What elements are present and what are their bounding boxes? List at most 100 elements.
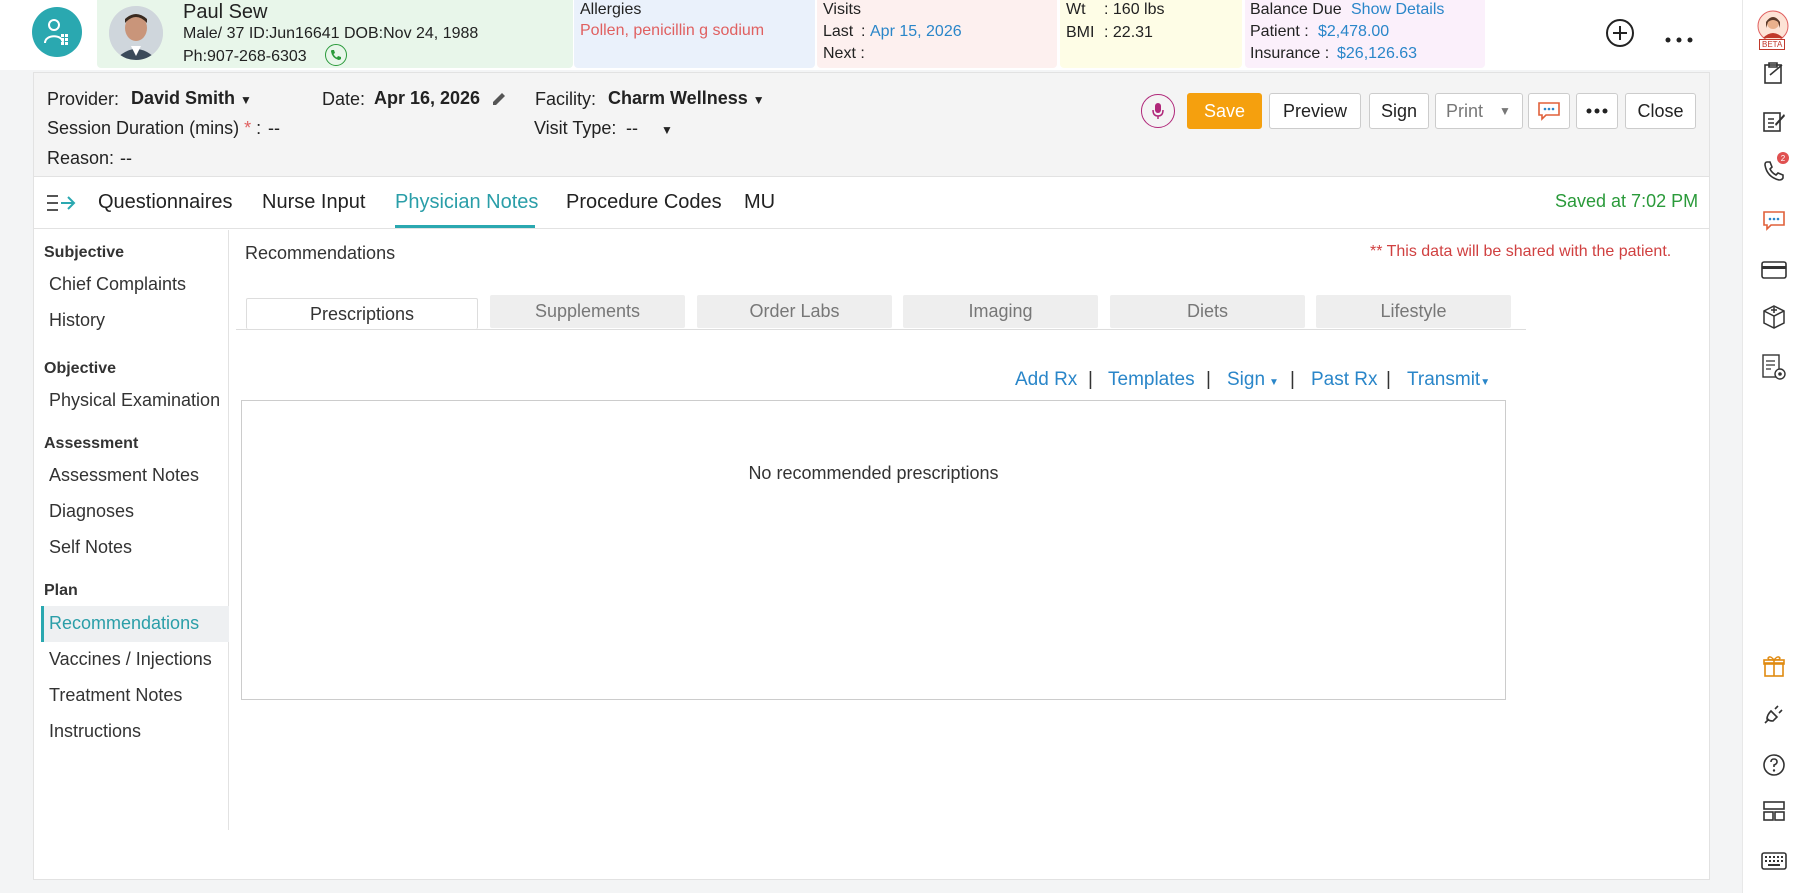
sidebar-item-physical-examination[interactable]: Physical Examination: [49, 390, 220, 411]
reason-value[interactable]: --: [120, 148, 132, 169]
last-visit-label: Last: [823, 23, 854, 40]
next-visit-label: Next :: [823, 45, 865, 62]
close-button[interactable]: Close: [1625, 93, 1696, 129]
tab-mu[interactable]: MU: [744, 191, 775, 214]
date-value[interactable]: Apr 16, 2026: [374, 88, 480, 109]
patient-name: Paul Sew: [183, 1, 268, 23]
session-duration-value[interactable]: --: [268, 118, 280, 139]
patient-card[interactable]: Paul Sew Male/ 37 ID:Jun16641 DOB:Nov 24…: [97, 0, 573, 68]
past-rx-link[interactable]: Past Rx: [1311, 369, 1378, 391]
add-rx-link[interactable]: Add Rx: [1015, 369, 1077, 391]
sidebar-item-recommendations[interactable]: Recommendations: [49, 613, 199, 634]
section-plan: Plan: [44, 582, 78, 599]
balance-label: Balance Due: [1250, 1, 1342, 18]
print-button[interactable]: Print ▼: [1435, 93, 1523, 129]
subtab-order-labs[interactable]: Order Labs: [697, 295, 892, 328]
visits-card[interactable]: Visits Last : Apr 15, 2026 Next :: [817, 0, 1057, 68]
subtab-supplements[interactable]: Supplements: [490, 295, 685, 328]
sidebar-item-chief-complaints[interactable]: Chief Complaints: [49, 274, 186, 295]
encounter-panel: Provider: David Smith ▼ Date: Apr 16, 20…: [33, 72, 1710, 880]
templates-link[interactable]: Templates: [1108, 369, 1195, 391]
subtab-prescriptions[interactable]: Prescriptions: [246, 298, 478, 329]
sidebar-item-self-notes[interactable]: Self Notes: [49, 537, 132, 558]
save-button[interactable]: Save: [1187, 93, 1262, 129]
patient-balance-value: $2,478.00: [1318, 23, 1390, 40]
user-avatar-icon[interactable]: BETA: [1757, 10, 1789, 50]
clipboard-icon[interactable]: [1761, 60, 1787, 86]
facility-select[interactable]: Charm Wellness ▼: [608, 88, 765, 109]
insurance-balance-value: $26,126.63: [1337, 45, 1418, 62]
sign-button[interactable]: Sign: [1369, 93, 1429, 129]
sign-dropdown-label: Sign: [1227, 369, 1266, 390]
last-visit-date[interactable]: Apr 15, 2026: [870, 23, 962, 41]
section-objective: Objective: [44, 360, 117, 377]
provider-select[interactable]: David Smith ▼: [131, 88, 252, 109]
phone-calls-icon[interactable]: 2: [1761, 152, 1789, 184]
vitals-card[interactable]: Wt : 160 lbs BMI : 22.31: [1060, 0, 1242, 68]
preview-button[interactable]: Preview: [1269, 93, 1361, 129]
sidebar-item-vaccines-injections[interactable]: Vaccines / Injections: [49, 649, 212, 670]
tab-procedure-codes[interactable]: Procedure Codes: [566, 191, 722, 214]
tab-nurse-input[interactable]: Nurse Input: [262, 191, 365, 214]
bmi-label: BMI: [1066, 24, 1095, 41]
visits-label: Visits: [823, 1, 861, 18]
print-label: Print: [1446, 100, 1484, 121]
section-subjective: Subjective: [44, 244, 125, 261]
help-icon[interactable]: [1761, 752, 1787, 778]
show-details-link[interactable]: Show Details: [1351, 1, 1444, 19]
visit-type-label: Visit Type:: [534, 118, 617, 138]
separator: |: [1290, 369, 1295, 390]
beta-badge: BETA: [1759, 39, 1786, 50]
subtab-diets[interactable]: Diets: [1110, 295, 1305, 328]
tab-physician-notes[interactable]: Physician Notes: [395, 191, 538, 214]
separator: |: [1206, 369, 1211, 390]
date-label: Date:: [322, 89, 366, 109]
patient-avatar: [109, 6, 163, 60]
phone-call-icon[interactable]: [325, 44, 347, 66]
document-settings-icon[interactable]: [1761, 354, 1787, 380]
more-actions-icon[interactable]: [1576, 93, 1618, 129]
sidebar-item-assessment-notes[interactable]: Assessment Notes: [49, 465, 199, 486]
allergies-card[interactable]: Allergies Pollen, penicillin g sodium: [574, 0, 815, 68]
patient-demographics: Male/ 37 ID:Jun16641 DOB:Nov 24, 1988: [183, 25, 479, 42]
app-logo-icon[interactable]: [32, 7, 82, 57]
more-options-icon[interactable]: [1665, 30, 1693, 48]
balance-card: Balance Due Show Details Patient : $2,47…: [1245, 0, 1485, 68]
keyboard-icon[interactable]: [1761, 848, 1787, 874]
microphone-icon[interactable]: [1141, 94, 1175, 128]
sidebar-item-diagnoses[interactable]: Diagnoses: [49, 501, 134, 522]
patient-balance-label: Patient :: [1250, 23, 1309, 40]
messages-icon[interactable]: [1761, 208, 1787, 234]
facility-value: Charm Wellness: [608, 88, 748, 108]
layout-icon[interactable]: [1761, 798, 1787, 824]
sidebar-item-instructions[interactable]: Instructions: [49, 721, 141, 742]
separator: |: [1386, 369, 1391, 390]
prescriptions-panel: No recommended prescriptions: [241, 400, 1506, 700]
share-notice: ** This data will be shared with the pat…: [1370, 243, 1672, 260]
sign-dropdown[interactable]: Sign ▼: [1227, 369, 1279, 391]
insurance-balance-label: Insurance :: [1250, 45, 1330, 62]
gift-icon[interactable]: [1761, 653, 1787, 679]
saved-status: Saved at 7:02 PM: [1555, 191, 1699, 211]
edit-form-icon[interactable]: [1761, 108, 1787, 134]
weight-value: : 160 lbs: [1104, 1, 1165, 18]
bmi-value: : 22.31: [1104, 24, 1153, 41]
credit-card-icon[interactable]: [1761, 257, 1787, 283]
transmit-label: Transmit: [1407, 369, 1481, 390]
caret-down-icon: ▼: [661, 123, 673, 137]
sidebar-item-treatment-notes[interactable]: Treatment Notes: [49, 685, 182, 706]
subtab-lifestyle[interactable]: Lifestyle: [1316, 295, 1511, 328]
caret-down-icon: ▼: [1269, 377, 1279, 388]
collapse-menu-icon[interactable]: [46, 193, 76, 219]
subtab-imaging[interactable]: Imaging: [903, 295, 1098, 328]
plugin-icon[interactable]: [1761, 701, 1787, 727]
sidebar-item-history[interactable]: History: [49, 310, 105, 331]
package-icon[interactable]: [1761, 304, 1787, 330]
add-icon[interactable]: [1606, 19, 1634, 47]
transmit-dropdown[interactable]: Transmit▼: [1407, 369, 1490, 391]
edit-pencil-icon[interactable]: [490, 90, 508, 113]
visit-type-select[interactable]: -- ▼: [626, 118, 673, 139]
separator: |: [1088, 369, 1093, 390]
tab-questionnaires[interactable]: Questionnaires: [98, 191, 233, 214]
chat-icon[interactable]: [1528, 93, 1570, 129]
